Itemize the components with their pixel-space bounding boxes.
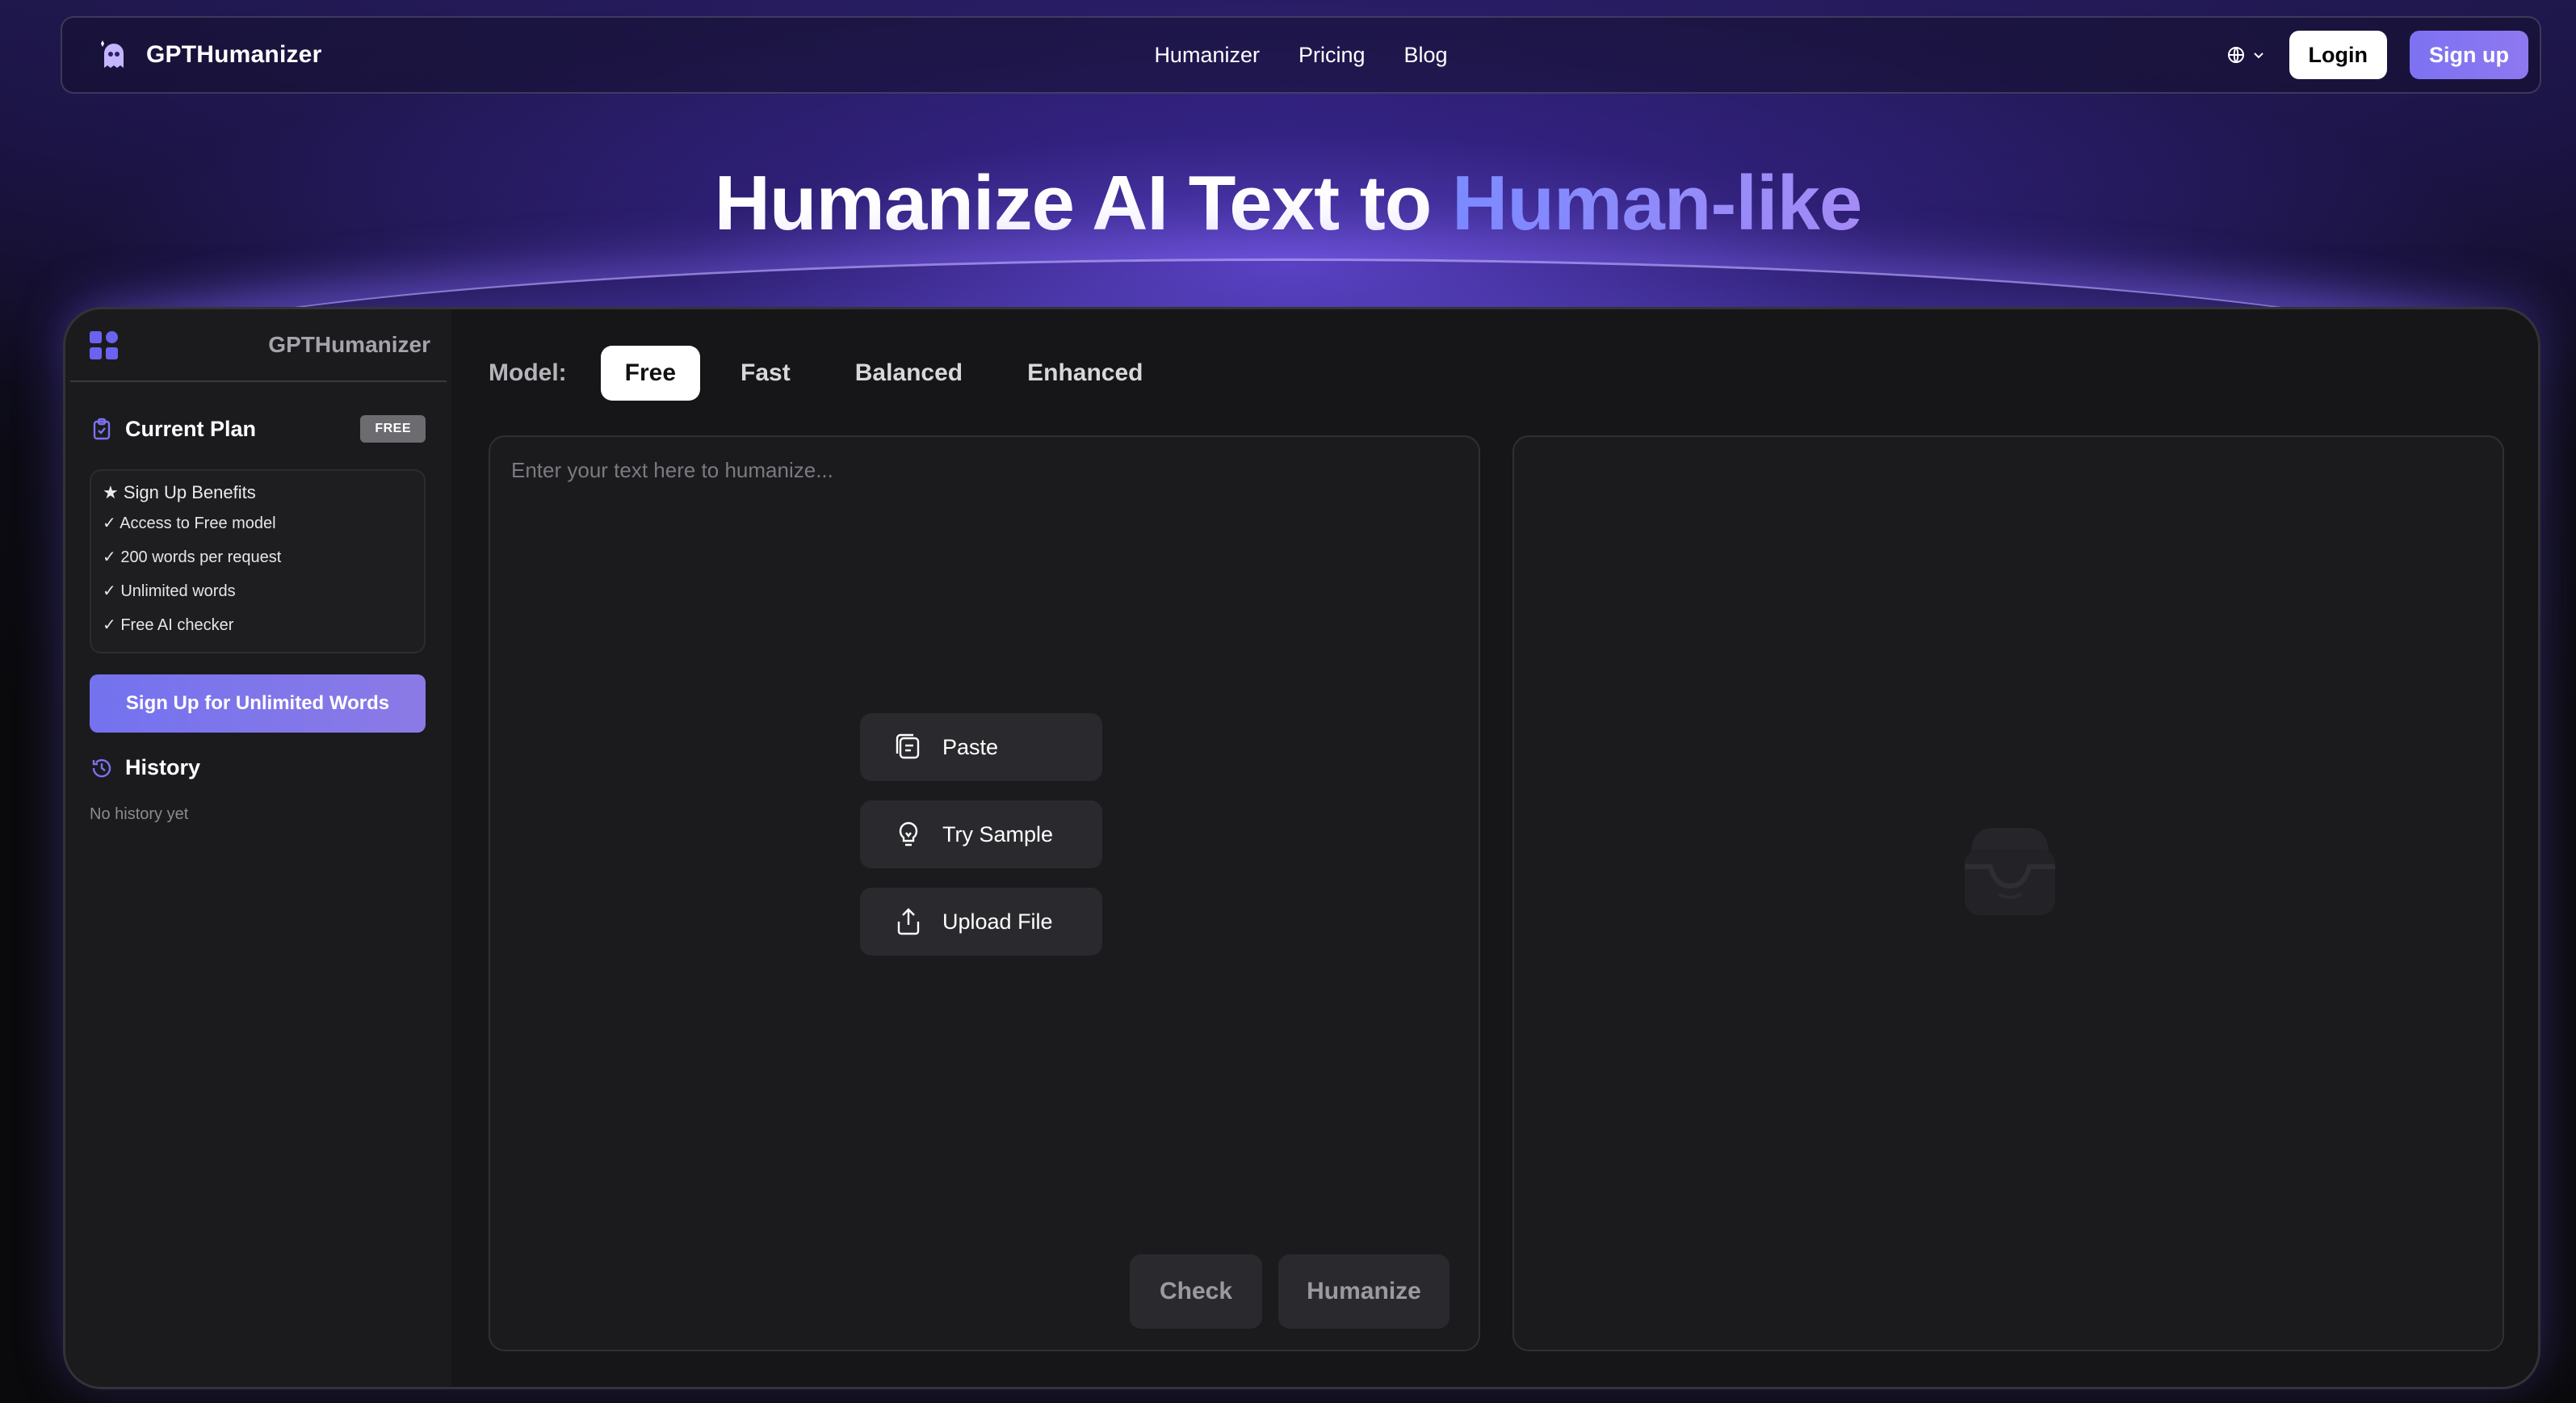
history-icon [92,758,111,777]
benefits-title: ★ Sign Up Benefits [103,482,256,502]
clipboard-icon [93,418,111,440]
model-tab-fast[interactable]: Fast [716,346,815,401]
nav-actions: Login Sign up [2226,31,2528,79]
model-label: Model: [489,359,567,386]
benefit-item: ✓ Unlimited words [103,582,236,600]
paste-icon [896,733,920,759]
history-title: History [125,755,201,779]
history-empty-text: No history yet [90,805,189,823]
current-plan-header: Current Plan FREE [90,413,426,445]
model-tab-balanced[interactable]: Balanced [831,346,987,401]
hero-title: Humanize AI Text to Human-like [0,155,2576,252]
benefits-list: ✓ Access to Free model ✓ 200 words per r… [103,506,413,642]
nav-links: Humanizer Pricing Blog [62,18,2540,92]
model-tab-enhanced[interactable]: Enhanced [1003,346,1167,401]
input-panel[interactable]: Enter your text here to humanize... Past… [489,435,1480,1351]
sidebar: GPTHumanizer Current Plan FREE ★ Sign Up… [65,309,451,1387]
top-navbar: GPTHumanizer Humanizer Pricing Blog Logi… [61,16,2541,94]
nav-link-blog[interactable]: Blog [1404,43,1448,68]
benefit-item: ✓ Access to Free model [103,515,276,532]
lightbulb-icon [899,821,918,846]
humanizer-app: GPTHumanizer Current Plan FREE ★ Sign Up… [63,307,2540,1389]
nav-link-pricing[interactable]: Pricing [1298,43,1366,68]
humanize-button[interactable]: Humanize [1278,1254,1450,1329]
hero-title-main: Humanize AI Text to [714,160,1452,246]
nav-link-humanizer[interactable]: Humanizer [1154,43,1260,68]
check-button[interactable]: Check [1130,1254,1262,1329]
model-selector: Model: Free Fast Balanced Enhanced [489,345,1167,401]
signup-unlimited-button[interactable]: Sign Up for Unlimited Words [90,674,426,733]
signup-benefits-box: ★ Sign Up Benefits ✓ Access to Free mode… [90,469,426,653]
hero-title-accent: Human-like [1451,160,1862,246]
paste-label: Paste [942,734,999,759]
brand[interactable]: GPTHumanizer [98,39,321,71]
sidebar-header: GPTHumanizer [70,309,447,382]
chevron-down-icon [2253,53,2263,59]
upload-icon [897,908,920,935]
output-panel [1512,435,2504,1351]
empty-inbox-icon [1965,828,2055,915]
model-tab-free[interactable]: Free [600,346,701,401]
paste-button[interactable]: Paste [860,713,1102,781]
current-plan-title: Current Plan [125,416,257,441]
language-selector[interactable] [2226,45,2267,65]
upload-file-label: Upload File [942,909,1053,934]
plan-badge: FREE [360,415,426,443]
ghost-logo-icon [98,39,130,71]
globe-icon [2227,47,2244,63]
signup-button[interactable]: Sign up [2410,31,2528,79]
login-button[interactable]: Login [2289,31,2388,79]
try-sample-button[interactable]: Try Sample [860,800,1102,868]
brand-name: GPTHumanizer [146,41,322,68]
text-input-placeholder[interactable]: Enter your text here to humanize... [511,458,833,483]
benefit-item: ✓ Free AI checker [103,616,234,634]
try-sample-label: Try Sample [942,821,1054,846]
history-header: History [90,755,200,780]
editor-area: Model: Free Fast Balanced Enhanced Enter… [451,309,2538,1387]
upload-file-button[interactable]: Upload File [860,888,1102,956]
apps-grid-icon[interactable] [90,330,118,359]
sidebar-brand: GPTHumanizer [268,332,430,357]
editor-footer-actions: Check Humanize [1130,1254,1450,1329]
benefit-item: ✓ 200 words per request [103,548,282,566]
